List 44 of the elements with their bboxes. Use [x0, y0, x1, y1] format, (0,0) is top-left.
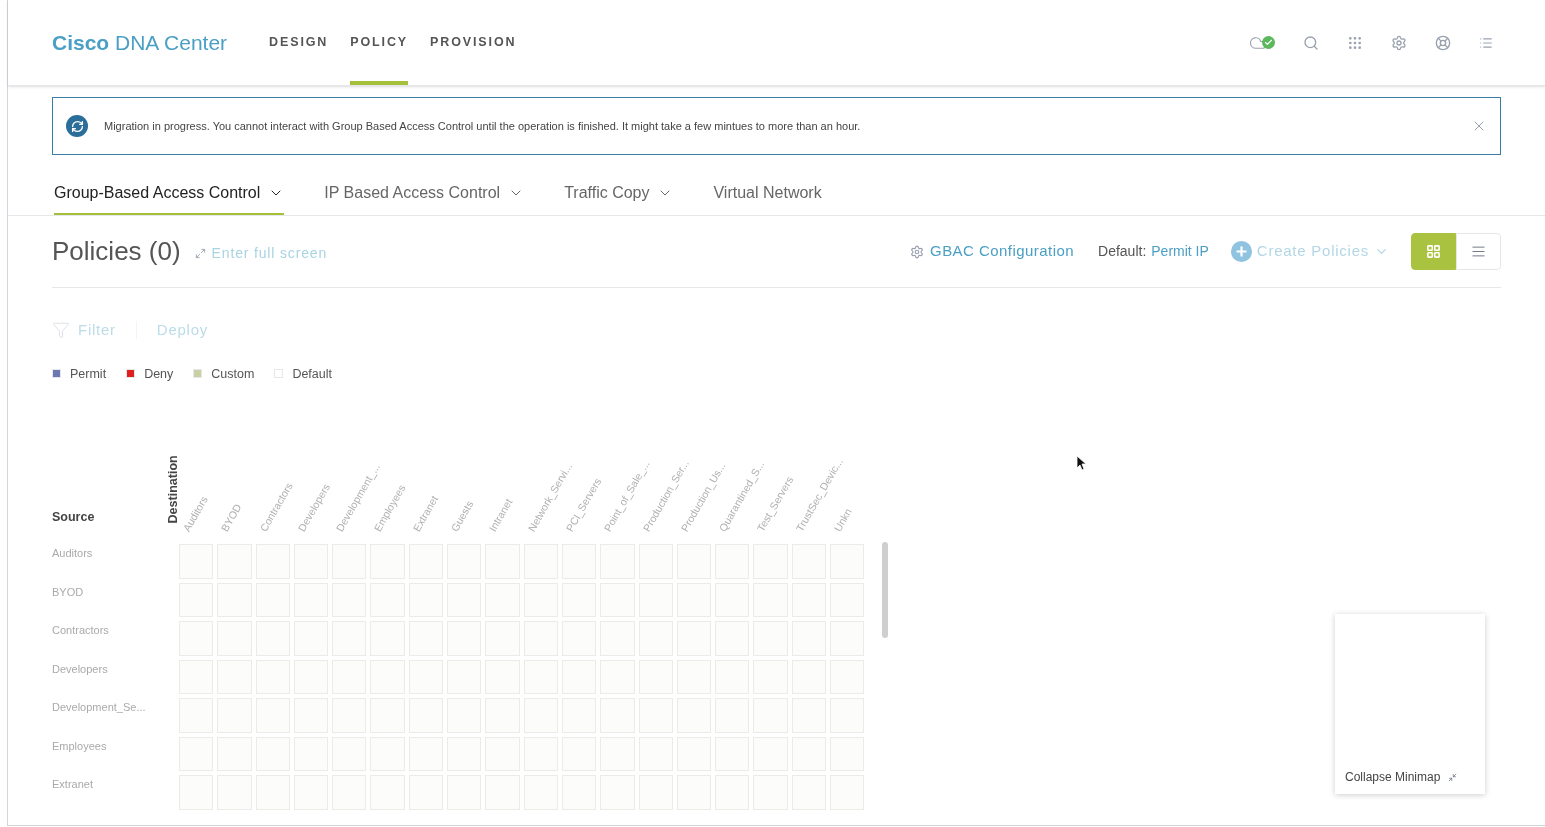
sync-icon — [66, 115, 88, 137]
expand-icon — [194, 247, 206, 259]
app-logo[interactable]: Cisco DNA Center — [52, 26, 228, 59]
default-policy-link[interactable]: Permit IP — [1151, 241, 1209, 262]
source-row-label: Development_Se... — [52, 700, 146, 716]
cursor-icon — [1076, 455, 1086, 471]
list-icon — [1471, 244, 1486, 259]
default-label: Default: — [1098, 242, 1147, 261]
source-row-label: BYOD — [52, 584, 84, 600]
page-title: Policies (0) — [52, 235, 181, 268]
section-tab[interactable]: Group-Based Access Control — [54, 176, 285, 215]
search-icon[interactable] — [1303, 34, 1319, 51]
apps-icon[interactable] — [1347, 34, 1363, 51]
legend-label: Permit — [70, 365, 107, 383]
legend-label: Default — [292, 365, 332, 383]
collapse-minimap-button[interactable]: Collapse Minimap — [1335, 768, 1485, 794]
legend-label: Custom — [211, 365, 255, 383]
filter-icon — [52, 321, 70, 340]
plus-circle-icon — [1230, 241, 1252, 262]
gbac-config-link[interactable]: GBAC Configuration — [910, 240, 1075, 263]
grid-icon — [1426, 244, 1441, 259]
source-row-label: Developers — [52, 661, 108, 677]
section-tab[interactable]: Traffic Copy — [564, 176, 674, 215]
source-row-label: Auditors — [52, 546, 93, 562]
gear-icon — [910, 244, 924, 259]
list-view-button[interactable] — [1456, 233, 1501, 270]
source-row-label: Contractors — [52, 623, 109, 639]
grid-view-button[interactable] — [1411, 233, 1456, 270]
section-tab[interactable]: IP Based Access Control — [324, 176, 525, 215]
source-row-label: Extranet — [52, 777, 93, 793]
nav-tab[interactable]: PROVISION — [430, 0, 517, 85]
destination-axis-label: Destination — [164, 454, 181, 523]
section-tab[interactable]: Virtual Network — [713, 176, 822, 215]
help-icon[interactable] — [1435, 34, 1451, 51]
collapse-icon — [1448, 772, 1458, 782]
source-axis-label: Source — [52, 508, 95, 526]
legend-label: Deny — [144, 365, 174, 383]
settings-icon[interactable] — [1391, 34, 1407, 51]
source-row-label: Employees — [52, 738, 107, 754]
nav-tab[interactable]: DESIGN — [269, 0, 329, 85]
menu-icon[interactable] — [1479, 35, 1493, 50]
banner-message: Migration in progress. You cannot interact with Group Based Access Control until the operation is finished. It might take a few mintues to more than an hour. — [104, 118, 861, 134]
nav-tab[interactable]: POLICY — [350, 0, 409, 85]
scrollbar[interactable] — [882, 542, 889, 639]
